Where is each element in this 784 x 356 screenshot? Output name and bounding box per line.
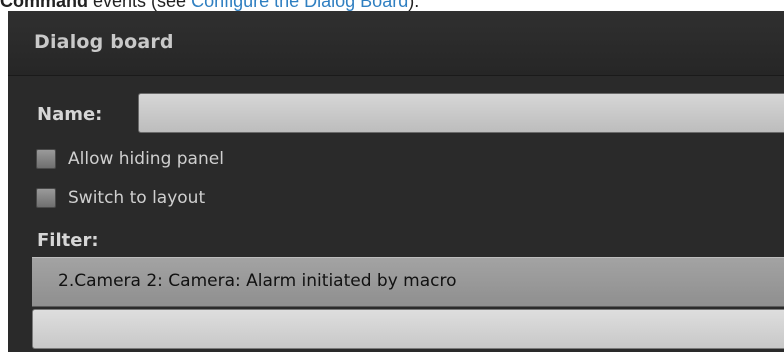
doc-text-before-link: events (see xyxy=(88,0,192,11)
filter-list-item[interactable]: 2.Camera 2: Camera: Alarm initiated by m… xyxy=(58,271,457,291)
doc-text-line: Command events (see Configure the Dialog… xyxy=(0,0,784,11)
name-label: Name: xyxy=(37,104,103,125)
switch-to-layout-checkbox[interactable] xyxy=(36,188,56,208)
doc-text-after-link: ). xyxy=(408,0,420,11)
panel-header: Dialog board xyxy=(8,11,784,76)
switch-to-layout-label: Switch to layout xyxy=(68,188,206,208)
filter-input[interactable] xyxy=(32,309,784,349)
dialog-board-panel: Dialog board Name: Allow hiding panel Sw… xyxy=(0,11,784,356)
allow-hiding-panel-label: Allow hiding panel xyxy=(68,149,224,169)
doc-bold-command: Command xyxy=(0,0,89,11)
configure-dialog-board-link[interactable]: Configure the Dialog Board xyxy=(191,0,408,11)
allow-hiding-panel-checkbox[interactable] xyxy=(36,149,56,169)
name-input[interactable] xyxy=(138,93,784,133)
filter-list: 2.Camera 2: Camera: Alarm initiated by m… xyxy=(32,257,784,307)
panel-title: Dialog board xyxy=(34,31,174,53)
filter-label: Filter: xyxy=(37,230,99,251)
